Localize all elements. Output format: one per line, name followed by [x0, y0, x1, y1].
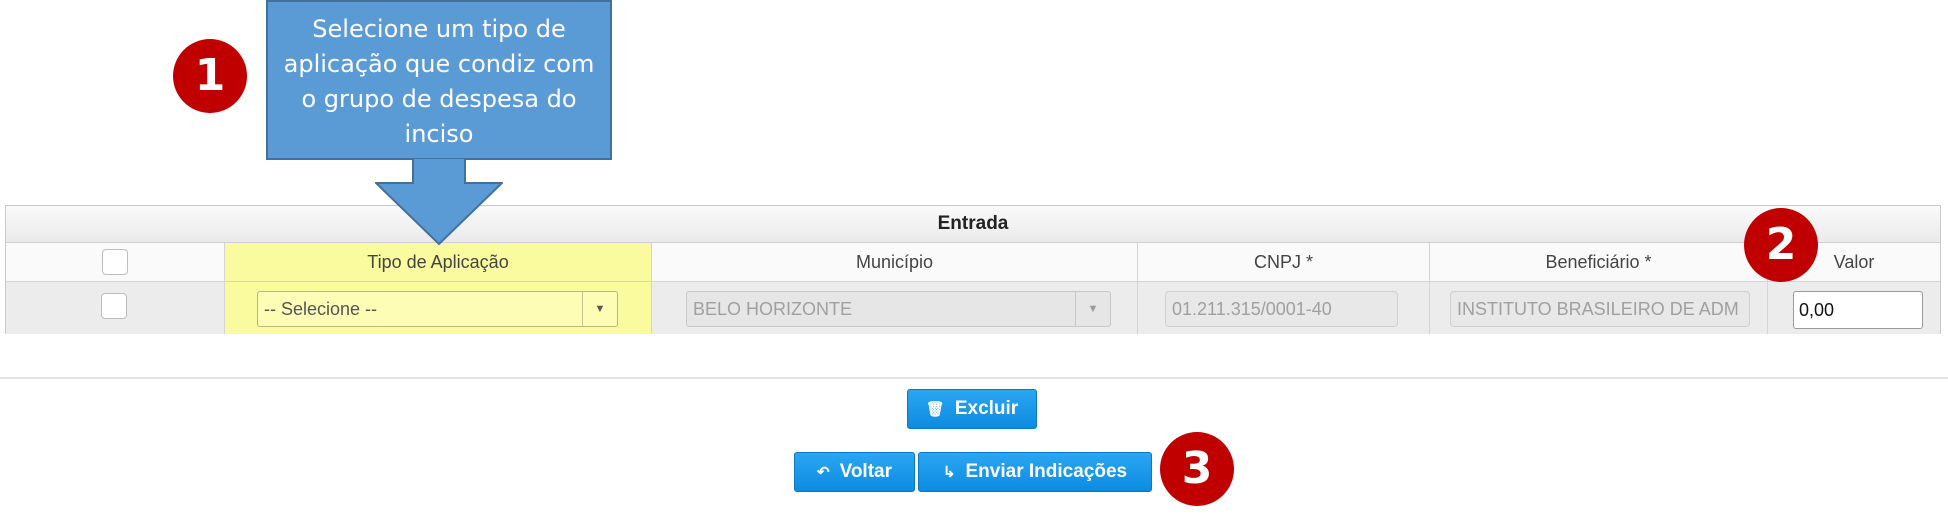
voltar-button[interactable]: ↶ Voltar: [794, 452, 915, 492]
forward-icon: ↳: [942, 464, 956, 481]
enviar-label: Enviar Indicações: [965, 461, 1128, 482]
callout-text: Selecione um tipo de aplicação que condi…: [283, 15, 595, 148]
grid-header-row: Tipo de Aplicação Município CNPJ * Benef…: [6, 243, 1940, 282]
select-all-checkbox[interactable]: [102, 249, 128, 275]
tipo-aplicacao-cell: -- Selecione -- ▼: [225, 282, 652, 334]
grid-title: Entrada: [6, 206, 1940, 243]
row-checkbox[interactable]: [101, 293, 127, 319]
trash-icon: 🗑: [925, 401, 945, 418]
municipio-select: BELO HORIZONTE ▼: [686, 291, 1111, 327]
cnpj-cell: 01.211.315/0001-40: [1138, 282, 1430, 334]
chevron-down-icon[interactable]: ▼: [582, 292, 617, 326]
valor-input[interactable]: 0,00: [1793, 291, 1923, 329]
voltar-label: Voltar: [839, 461, 892, 482]
enviar-indicacoes-button[interactable]: ↳ Enviar Indicações: [918, 452, 1152, 492]
instruction-callout: Selecione um tipo de aplicação que condi…: [266, 0, 612, 160]
header-select-cell: [6, 243, 225, 281]
step-badge-1: 1: [173, 39, 247, 113]
divider: [0, 377, 1948, 379]
valor-cell: 0,00: [1768, 282, 1940, 334]
municipio-cell: BELO HORIZONTE ▼: [652, 282, 1138, 334]
step-badge-3: 3: [1160, 432, 1234, 506]
excluir-label: Excluir: [954, 398, 1019, 419]
column-header-municipio[interactable]: Município: [652, 243, 1138, 281]
beneficiario-cell: INSTITUTO BRASILEIRO DE ADM: [1430, 282, 1768, 334]
column-header-cnpj[interactable]: CNPJ *: [1138, 243, 1430, 281]
excluir-button[interactable]: 🗑 Excluir: [907, 389, 1037, 429]
step-badge-2: 2: [1744, 208, 1818, 282]
column-header-beneficiario[interactable]: Beneficiário *: [1430, 243, 1768, 281]
row-select-cell: [6, 282, 225, 334]
municipio-value: BELO HORIZONTE: [693, 299, 853, 319]
table-row: -- Selecione -- ▼ BELO HORIZONTE ▼ 01.21…: [6, 282, 1940, 334]
entrada-grid: Entrada Tipo de Aplicação Município CNPJ…: [5, 205, 1941, 334]
tipo-aplicacao-select[interactable]: -- Selecione -- ▼: [257, 291, 618, 327]
cnpj-field: 01.211.315/0001-40: [1165, 291, 1398, 327]
chevron-down-icon: ▼: [1075, 292, 1110, 326]
beneficiario-field: INSTITUTO BRASILEIRO DE ADM: [1450, 291, 1750, 327]
tipo-aplicacao-value: -- Selecione --: [264, 299, 378, 319]
column-header-tipo-aplicacao[interactable]: Tipo de Aplicação: [225, 243, 652, 281]
undo-icon: ↶: [816, 464, 830, 481]
callout-arrow: [375, 159, 503, 245]
